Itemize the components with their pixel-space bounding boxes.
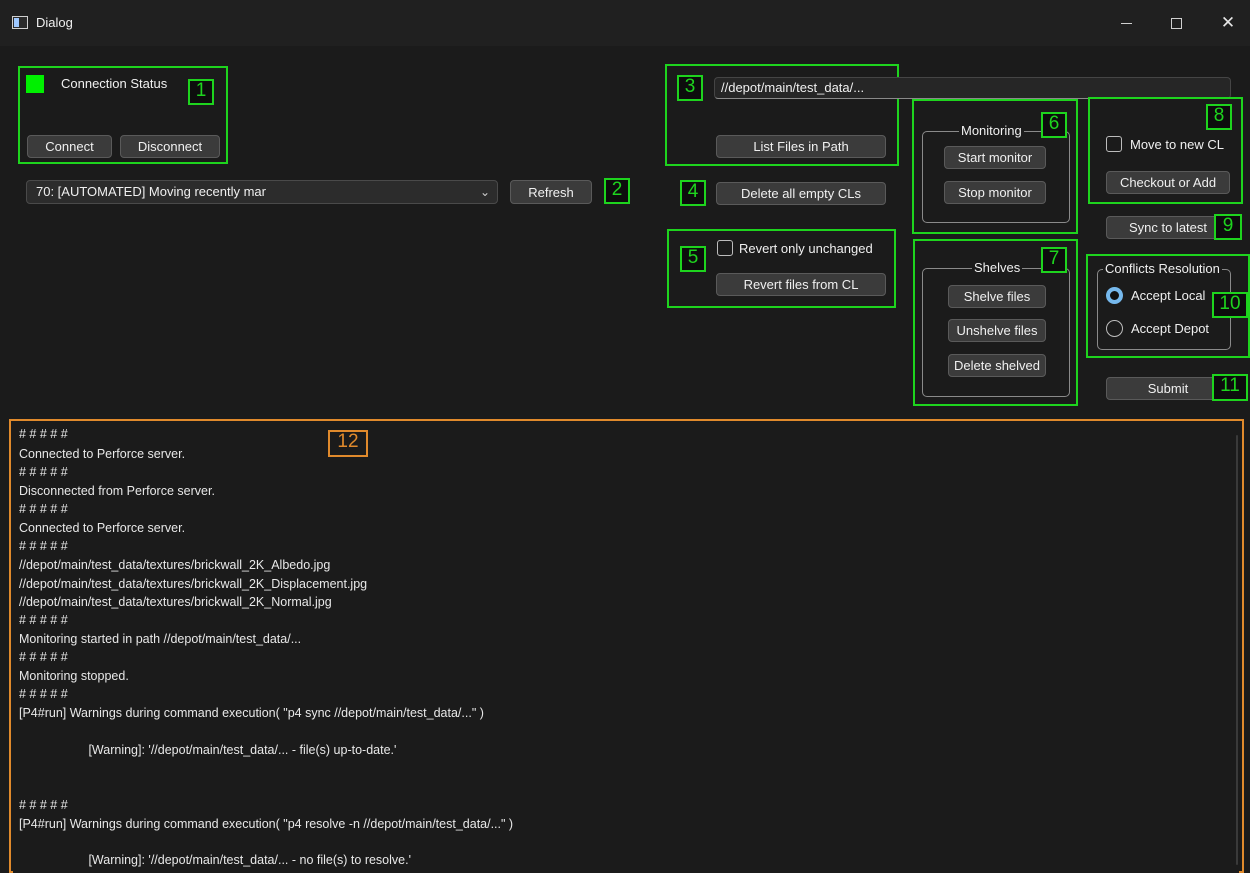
log-line: Connected to Perforce server. — [19, 521, 186, 535]
annotation-label-5: 5 — [680, 246, 706, 272]
connection-status-label: Connection Status — [61, 76, 168, 91]
log-line: # # # # # — [19, 427, 68, 441]
annotation-label-4: 4 — [680, 180, 706, 206]
depot-path-input[interactable]: //depot/main/test_data/... — [714, 77, 1231, 99]
log-line: [P4#run] Warnings during command executi… — [19, 817, 514, 831]
log-line: # # # # # — [19, 687, 68, 701]
log-line: # # # # # — [19, 798, 68, 812]
annotation-label-7: 7 — [1041, 247, 1067, 273]
annotation-label-6: 6 — [1041, 112, 1067, 138]
annotation-label-3: 3 — [677, 75, 703, 101]
log-line: # # # # # — [19, 502, 68, 516]
revert-only-unchanged-checkbox[interactable] — [717, 240, 733, 256]
maximize-button[interactable] — [1153, 8, 1199, 38]
monitoring-group — [922, 131, 1070, 223]
annotation-label-12: 12 — [328, 430, 368, 457]
conflicts-resolution-title: Conflicts Resolution — [1103, 261, 1222, 276]
annotation-label-11: 11 — [1212, 374, 1248, 401]
log-line: Disconnected from Perforce server. — [19, 484, 215, 498]
log-line: [Warning]: '//depot/main/test_data/... -… — [19, 853, 411, 867]
accept-local-radio[interactable] — [1106, 287, 1123, 304]
shelves-group-title: Shelves — [972, 260, 1023, 275]
log-line: //depot/main/test_data/textures/brickwal… — [19, 577, 368, 591]
log-line: Connected to Perforce server. — [19, 447, 186, 461]
accept-local-label: Accept Local — [1131, 288, 1206, 303]
title-bar: Dialog ✕ — [0, 0, 1250, 46]
annotation-label-8: 8 — [1206, 104, 1232, 130]
output-log[interactable]: # # # # # Connected to Perforce server. … — [13, 421, 1239, 873]
accept-depot-label: Accept Depot — [1131, 321, 1210, 336]
list-files-button[interactable]: List Files in Path — [716, 135, 886, 158]
unshelve-files-button[interactable]: Unshelve files — [948, 319, 1046, 342]
log-line: # # # # # — [19, 613, 68, 627]
annotation-label-9: 9 — [1214, 214, 1242, 240]
conflicts-resolution-group — [1097, 269, 1231, 350]
annotation-label-1: 1 — [188, 79, 214, 105]
log-line: # # # # # — [19, 650, 68, 664]
shelve-files-button[interactable]: Shelve files — [948, 285, 1046, 308]
log-line: # # # # # — [19, 539, 68, 553]
delete-empty-cls-button[interactable]: Delete all empty CLs — [716, 182, 886, 205]
stop-monitor-button[interactable]: Stop monitor — [944, 181, 1046, 204]
window-title: Dialog — [36, 15, 73, 30]
move-to-new-cl-label: Move to new CL — [1130, 137, 1224, 152]
connect-button[interactable]: Connect — [27, 135, 112, 158]
delete-shelved-button[interactable]: Delete shelved — [948, 354, 1046, 377]
maximize-icon — [1170, 17, 1182, 29]
chevron-down-icon: ⌄ — [479, 185, 490, 199]
accept-depot-radio[interactable] — [1106, 320, 1123, 337]
log-line: //depot/main/test_data/textures/brickwal… — [19, 558, 331, 572]
minimize-button[interactable] — [1103, 8, 1149, 38]
revert-only-unchanged-label: Revert only unchanged — [739, 241, 873, 256]
log-line: [Warning]: '//depot/main/test_data/... -… — [19, 743, 397, 757]
close-icon: ✕ — [1220, 13, 1236, 32]
move-to-new-cl-checkbox[interactable] — [1106, 136, 1122, 152]
revert-files-button[interactable]: Revert files from CL — [716, 273, 886, 296]
log-line: [P4#run] Warnings during command executi… — [19, 706, 484, 720]
log-line: Monitoring started in path //depot/main/… — [19, 632, 302, 646]
sync-to-latest-button[interactable]: Sync to latest — [1106, 216, 1230, 239]
changelist-selected-value: 70: [AUTOMATED] Moving recently mar — [36, 184, 266, 199]
log-line: //depot/main/test_data/textures/brickwal… — [19, 595, 332, 609]
log-line: # # # # # — [19, 465, 68, 479]
log-line: Monitoring stopped. — [19, 669, 129, 683]
log-scrollbar[interactable] — [1236, 435, 1238, 865]
disconnect-button[interactable]: Disconnect — [120, 135, 220, 158]
minimize-icon — [1120, 22, 1132, 24]
close-window-button[interactable]: ✕ — [1205, 8, 1250, 38]
app-window-icon — [12, 16, 28, 29]
connection-status-indicator — [26, 75, 44, 93]
checkout-or-add-button[interactable]: Checkout or Add — [1106, 171, 1230, 194]
start-monitor-button[interactable]: Start monitor — [944, 146, 1046, 169]
annotation-label-10: 10 — [1212, 292, 1248, 318]
monitoring-group-title: Monitoring — [959, 123, 1024, 138]
annotation-label-2: 2 — [604, 178, 630, 204]
refresh-button[interactable]: Refresh — [510, 180, 592, 204]
changelist-select[interactable]: 70: [AUTOMATED] Moving recently mar ⌄ — [26, 180, 498, 204]
